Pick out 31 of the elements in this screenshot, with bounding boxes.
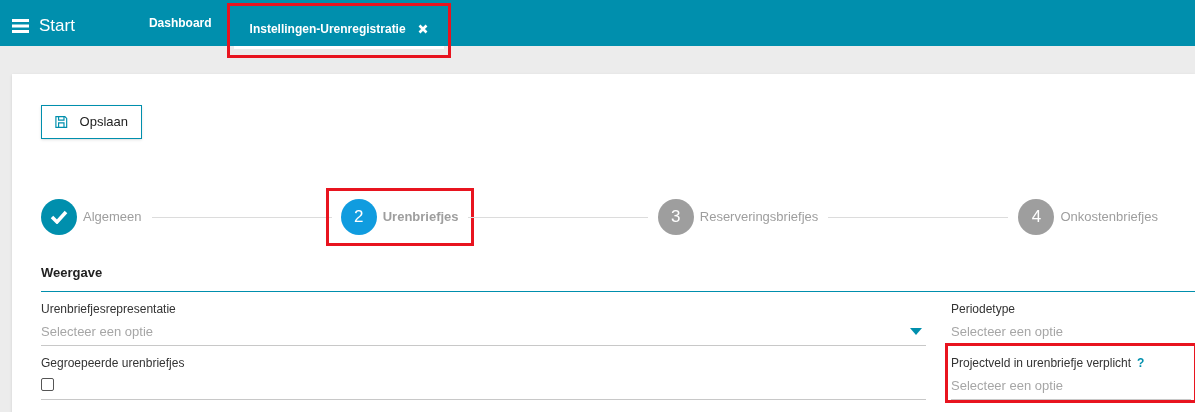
checkbox[interactable] <box>41 378 54 391</box>
section-title: Weergave <box>41 265 103 280</box>
field-label: Gegroepeerde urenbriefjes <box>41 355 185 372</box>
placeholder-text: Selecteer een optie <box>951 377 1064 395</box>
tab[interactable]: Dashboard <box>132 0 228 46</box>
step-label: Algemeen <box>83 208 142 227</box>
step-number: 2 <box>354 206 364 229</box>
select-field[interactable]: Selecteer een optie <box>41 322 926 342</box>
tab-label: Instellingen-Urenregistratie <box>249 20 406 38</box>
step-label: Urenbriefjes <box>382 208 459 227</box>
menu-icon <box>12 18 29 33</box>
close-icon[interactable] <box>417 23 428 34</box>
caret-icon <box>910 328 922 336</box>
tab-label: Dashboard <box>148 14 212 32</box>
step-number: 4 <box>1031 206 1042 229</box>
save-icon <box>55 115 68 129</box>
save-button[interactable]: Opslaan <box>41 105 142 139</box>
help-icon[interactable]: ? <box>1137 354 1145 372</box>
select-field[interactable]: Selecteer een optie <box>951 376 1191 396</box>
placeholder-text: Selecteer een optie <box>41 323 154 341</box>
step-number: 3 <box>671 206 681 229</box>
select-field[interactable]: Selecteer een optie <box>951 322 1191 342</box>
menu-button[interactable]: Start <box>12 13 75 39</box>
step-label: Onkostenbriefjes <box>1060 208 1158 227</box>
field-label: Urenbriefjesrepresentatie <box>41 301 176 318</box>
placeholder-text: Selecteer een optie <box>951 323 1064 341</box>
check-icon <box>50 210 68 224</box>
field-label: Periodetype <box>951 301 1016 318</box>
step-label: Reserveringsbriefjes <box>699 208 819 227</box>
tab[interactable]: Instellingen-Urenregistratie <box>233 6 444 49</box>
field-label: Projectveld in urenbriefje verplicht <box>951 355 1132 372</box>
